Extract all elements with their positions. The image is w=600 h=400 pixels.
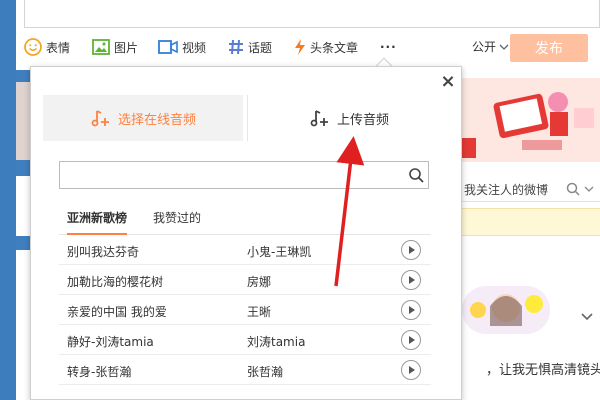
video-button[interactable]: 视频 xyxy=(158,36,206,58)
song-artist: 小鬼-王琳凯 xyxy=(247,245,312,259)
topic-button[interactable]: 话题 xyxy=(228,36,272,58)
music-add-icon xyxy=(91,110,109,127)
song-title: 亲爱的中国 我的爱 xyxy=(67,305,167,319)
topic-label: 话题 xyxy=(248,40,273,55)
hashtag-icon xyxy=(229,39,243,55)
image-button[interactable]: 图片 xyxy=(92,36,138,58)
song-row[interactable]: 亲爱的中国 我的爱 王晰 xyxy=(59,295,431,325)
song-row[interactable]: 别叫我达芬奇 小鬼-王琳凯 xyxy=(59,235,431,265)
play-icon[interactable] xyxy=(401,300,421,320)
tab-upload-audio[interactable]: 上传音频 xyxy=(247,95,451,141)
more-icon: ··· xyxy=(380,40,397,54)
play-icon[interactable] xyxy=(401,240,421,260)
visibility-select[interactable]: 公开 xyxy=(472,38,509,55)
tab-online-label: 选择在线音频 xyxy=(117,112,196,128)
follow-search-hint: 我关注人的微博 xyxy=(464,183,549,197)
emoji-icon xyxy=(24,38,42,56)
close-icon[interactable]: × xyxy=(439,73,457,91)
song-artist: 张哲瀚 xyxy=(247,365,284,379)
notice-bar xyxy=(462,208,600,236)
music-upload-icon xyxy=(310,110,328,127)
video-camera-icon xyxy=(158,40,178,54)
feed-avatar[interactable] xyxy=(462,286,550,334)
play-icon[interactable] xyxy=(401,360,421,380)
music-popup: × 选择在线音频 上传音频 亚洲新歌榜 我赞过的 别叫我达芬奇 小鬼-王琳凯 加… xyxy=(30,66,462,400)
tab-asia-chart[interactable]: 亚洲新歌榜 xyxy=(67,209,128,235)
post-textarea[interactable] xyxy=(24,0,600,28)
song-title: 加勒比海的樱花树 xyxy=(67,275,164,289)
song-list: 别叫我达芬奇 小鬼-王琳凯 加勒比海的樱花树 房娜 亲爱的中国 我的爱 王晰 静… xyxy=(59,235,431,385)
song-search-box xyxy=(59,161,429,189)
publish-button[interactable]: 发布 xyxy=(510,34,588,62)
tab-upload-label: 上传音频 xyxy=(336,112,389,128)
play-icon[interactable] xyxy=(401,330,421,350)
chevron-down-icon[interactable] xyxy=(580,312,594,322)
more-button[interactable]: ··· xyxy=(380,36,397,58)
lightning-icon xyxy=(295,39,305,55)
image-icon xyxy=(92,39,110,55)
song-artist: 王晰 xyxy=(247,305,272,319)
emoji-label: 表情 xyxy=(46,40,71,55)
page-background xyxy=(0,0,16,400)
promo-illustration xyxy=(462,78,600,162)
emoji-button[interactable]: 表情 xyxy=(24,36,70,58)
avatar-image xyxy=(462,286,550,334)
video-label: 视频 xyxy=(182,40,207,55)
song-title: 别叫我达芬奇 xyxy=(67,245,140,259)
song-row[interactable]: 静好-刘涛tamia 刘涛tamia xyxy=(59,325,431,355)
chevron-down-icon xyxy=(584,186,594,192)
left-strip xyxy=(16,250,30,400)
left-strip xyxy=(16,176,30,236)
search-icon[interactable] xyxy=(408,167,424,183)
song-row[interactable]: 加勒比海的樱花树 房娜 xyxy=(59,265,431,295)
left-strip xyxy=(16,82,30,160)
article-label: 头条文章 xyxy=(310,40,359,55)
tab-liked[interactable]: 我赞过的 xyxy=(153,209,201,226)
image-label: 图片 xyxy=(114,40,139,55)
song-list-tabs: 亚洲新歌榜 我赞过的 xyxy=(59,205,431,235)
tab-online-audio[interactable]: 选择在线音频 xyxy=(43,95,243,141)
article-button[interactable]: 头条文章 xyxy=(294,36,358,58)
promo-banner[interactable] xyxy=(462,78,600,162)
song-title: 转身-张哲瀚 xyxy=(67,365,132,379)
chevron-down-icon xyxy=(499,44,509,50)
follow-search-bar[interactable]: 我关注人的微博 xyxy=(462,176,600,202)
search-icon xyxy=(566,182,580,196)
song-search-input[interactable] xyxy=(66,166,396,184)
song-title: 静好-刘涛tamia xyxy=(67,335,154,349)
song-artist: 刘涛tamia xyxy=(247,335,306,349)
play-icon[interactable] xyxy=(401,270,421,290)
visibility-label: 公开 xyxy=(472,40,497,54)
song-artist: 房娜 xyxy=(247,275,272,289)
song-row[interactable]: 转身-张哲瀚 张哲瀚 xyxy=(59,355,431,385)
feed-text: ，让我无惧高清镜头 xyxy=(486,363,600,378)
